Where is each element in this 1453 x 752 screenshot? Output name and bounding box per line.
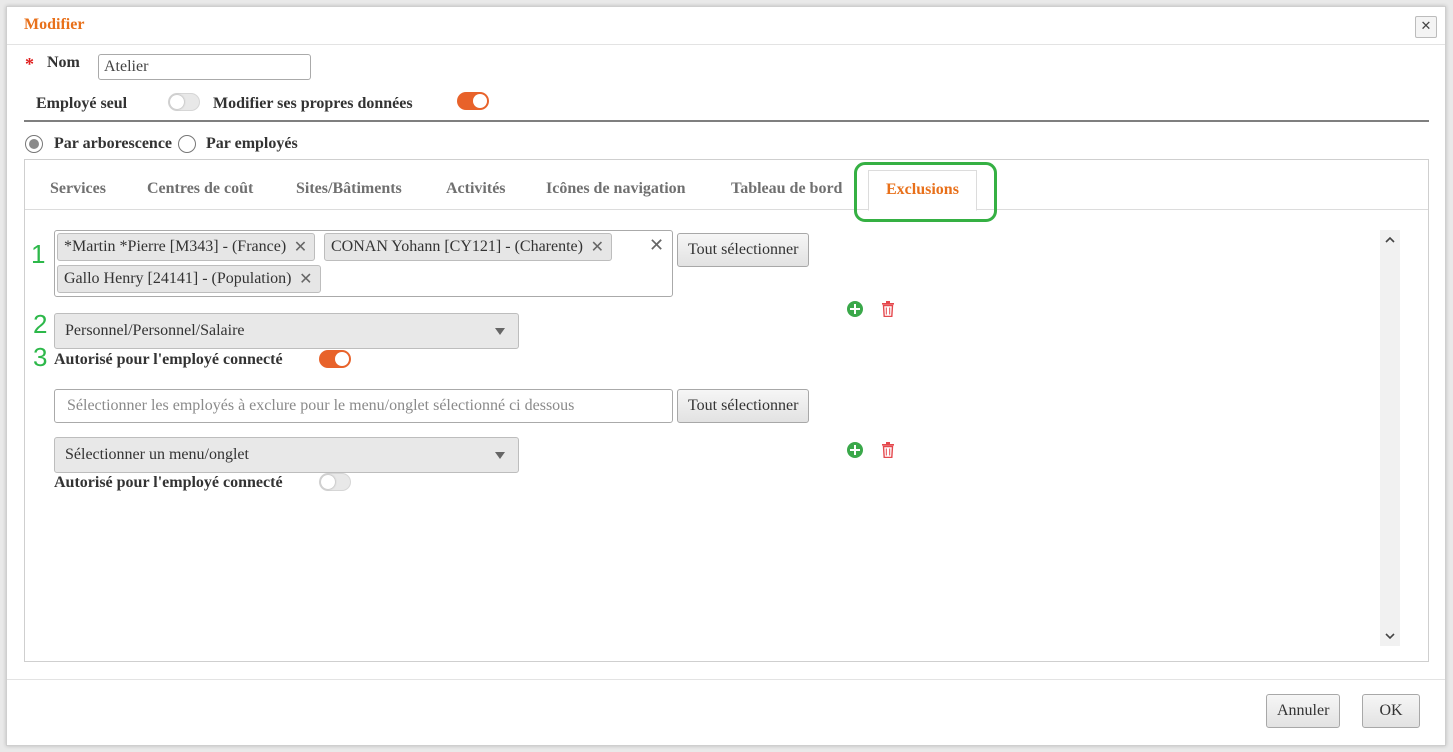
- employee-chip: CONAN Yohann [CY121] - (Charente) ✕: [324, 233, 612, 261]
- close-button[interactable]: ✕: [1415, 16, 1437, 38]
- menu-select-placeholder: Sélectionner un menu/onglet: [65, 446, 249, 463]
- chevron-down-icon[interactable]: [1384, 630, 1396, 642]
- chip-label: CONAN Yohann [CY121] - (Charente): [331, 238, 583, 255]
- modifier-dialog: Modifier ✕ * Nom Employé seul Modifier s…: [6, 6, 1446, 746]
- ok-button[interactable]: OK: [1362, 694, 1420, 728]
- required-marker: *: [25, 54, 34, 74]
- chevron-down-icon: [495, 452, 505, 459]
- name-input[interactable]: [98, 54, 311, 80]
- annotation-2: 2: [33, 309, 48, 339]
- authorized-toggle[interactable]: [319, 473, 351, 491]
- section-divider: [24, 120, 1429, 122]
- employee-multiselect[interactable]: *Martin *Pierre [M343] - (France) ✕ CONA…: [54, 230, 673, 297]
- radio-par-arborescence[interactable]: [25, 135, 43, 153]
- tab-icones-de-navigation[interactable]: Icônes de navigation: [546, 180, 686, 198]
- authorized-label: Autorisé pour l'employé connecté: [54, 474, 283, 491]
- toggle-knob: [170, 95, 184, 109]
- tab-bar: Services Centres de coût Sites/Bâtiments…: [25, 160, 1428, 211]
- menu-select[interactable]: Sélectionner un menu/onglet: [54, 437, 519, 473]
- tab-services[interactable]: Services: [50, 180, 106, 198]
- employe-seul-toggle[interactable]: [168, 93, 200, 111]
- toggle-knob: [321, 475, 335, 489]
- tab-exclusions[interactable]: Exclusions: [868, 170, 977, 211]
- chip-label: Gallo Henry [24141] - (Population): [64, 270, 292, 287]
- employee-chip: *Martin *Pierre [M343] - (France) ✕: [57, 233, 316, 261]
- vertical-scrollbar[interactable]: [1380, 230, 1400, 646]
- cancel-button[interactable]: Annuler: [1266, 694, 1341, 728]
- dialog-titlebar: Modifier ✕: [7, 7, 1445, 45]
- menu-select[interactable]: Personnel/Personnel/Salaire: [54, 313, 519, 349]
- radio-label-par-arborescence: Par arborescence: [54, 135, 173, 152]
- tabs-panel: Services Centres de coût Sites/Bâtiments…: [24, 159, 1429, 662]
- chip-label: *Martin *Pierre [M343] - (France): [64, 238, 287, 255]
- dialog-title: Modifier: [24, 16, 85, 33]
- authorized-toggle[interactable]: [319, 350, 351, 368]
- chip-remove-icon[interactable]: ✕: [294, 234, 307, 260]
- authorized-label: Autorisé pour l'employé connecté: [54, 351, 283, 368]
- chip-remove-icon[interactable]: ✕: [591, 234, 604, 260]
- radio-label-par-employes: Par employés: [206, 135, 298, 152]
- employee-exclude-input[interactable]: [54, 389, 673, 423]
- chip-remove-icon[interactable]: ✕: [299, 266, 312, 292]
- modifier-donnees-toggle[interactable]: [457, 92, 489, 110]
- employe-seul-label: Employé seul: [36, 95, 128, 112]
- trash-icon[interactable]: [882, 301, 894, 317]
- tab-centres-de-cout[interactable]: Centres de coût: [147, 180, 253, 198]
- toggle-knob: [335, 352, 349, 366]
- tab-tableau-de-bord[interactable]: Tableau de bord: [731, 180, 842, 198]
- radio-par-employes[interactable]: [178, 135, 196, 153]
- tab-sites-batiments[interactable]: Sites/Bâtiments: [296, 180, 402, 198]
- menu-select-value: Personnel/Personnel/Salaire: [65, 322, 245, 339]
- employee-chip: Gallo Henry [24141] - (Population) ✕: [57, 265, 321, 293]
- toggle-knob: [473, 94, 487, 108]
- chevron-up-icon[interactable]: [1384, 234, 1396, 246]
- annotation-1: 1: [31, 239, 46, 269]
- trash-icon[interactable]: [882, 442, 894, 458]
- close-icon: ✕: [1420, 19, 1432, 34]
- footer-divider: [7, 679, 1445, 680]
- annotation-3: 3: [33, 342, 48, 372]
- select-all-button[interactable]: Tout sélectionner: [677, 233, 810, 267]
- clear-selection-icon[interactable]: ✕: [649, 235, 664, 256]
- select-all-button[interactable]: Tout sélectionner: [677, 389, 810, 423]
- plus-circle-icon[interactable]: [847, 442, 863, 458]
- name-label: Nom: [47, 54, 80, 71]
- tab-activites[interactable]: Activités: [446, 180, 506, 198]
- chevron-down-icon: [495, 328, 505, 335]
- modifier-donnees-label: Modifier ses propres données: [213, 95, 413, 112]
- plus-circle-icon[interactable]: [847, 301, 863, 317]
